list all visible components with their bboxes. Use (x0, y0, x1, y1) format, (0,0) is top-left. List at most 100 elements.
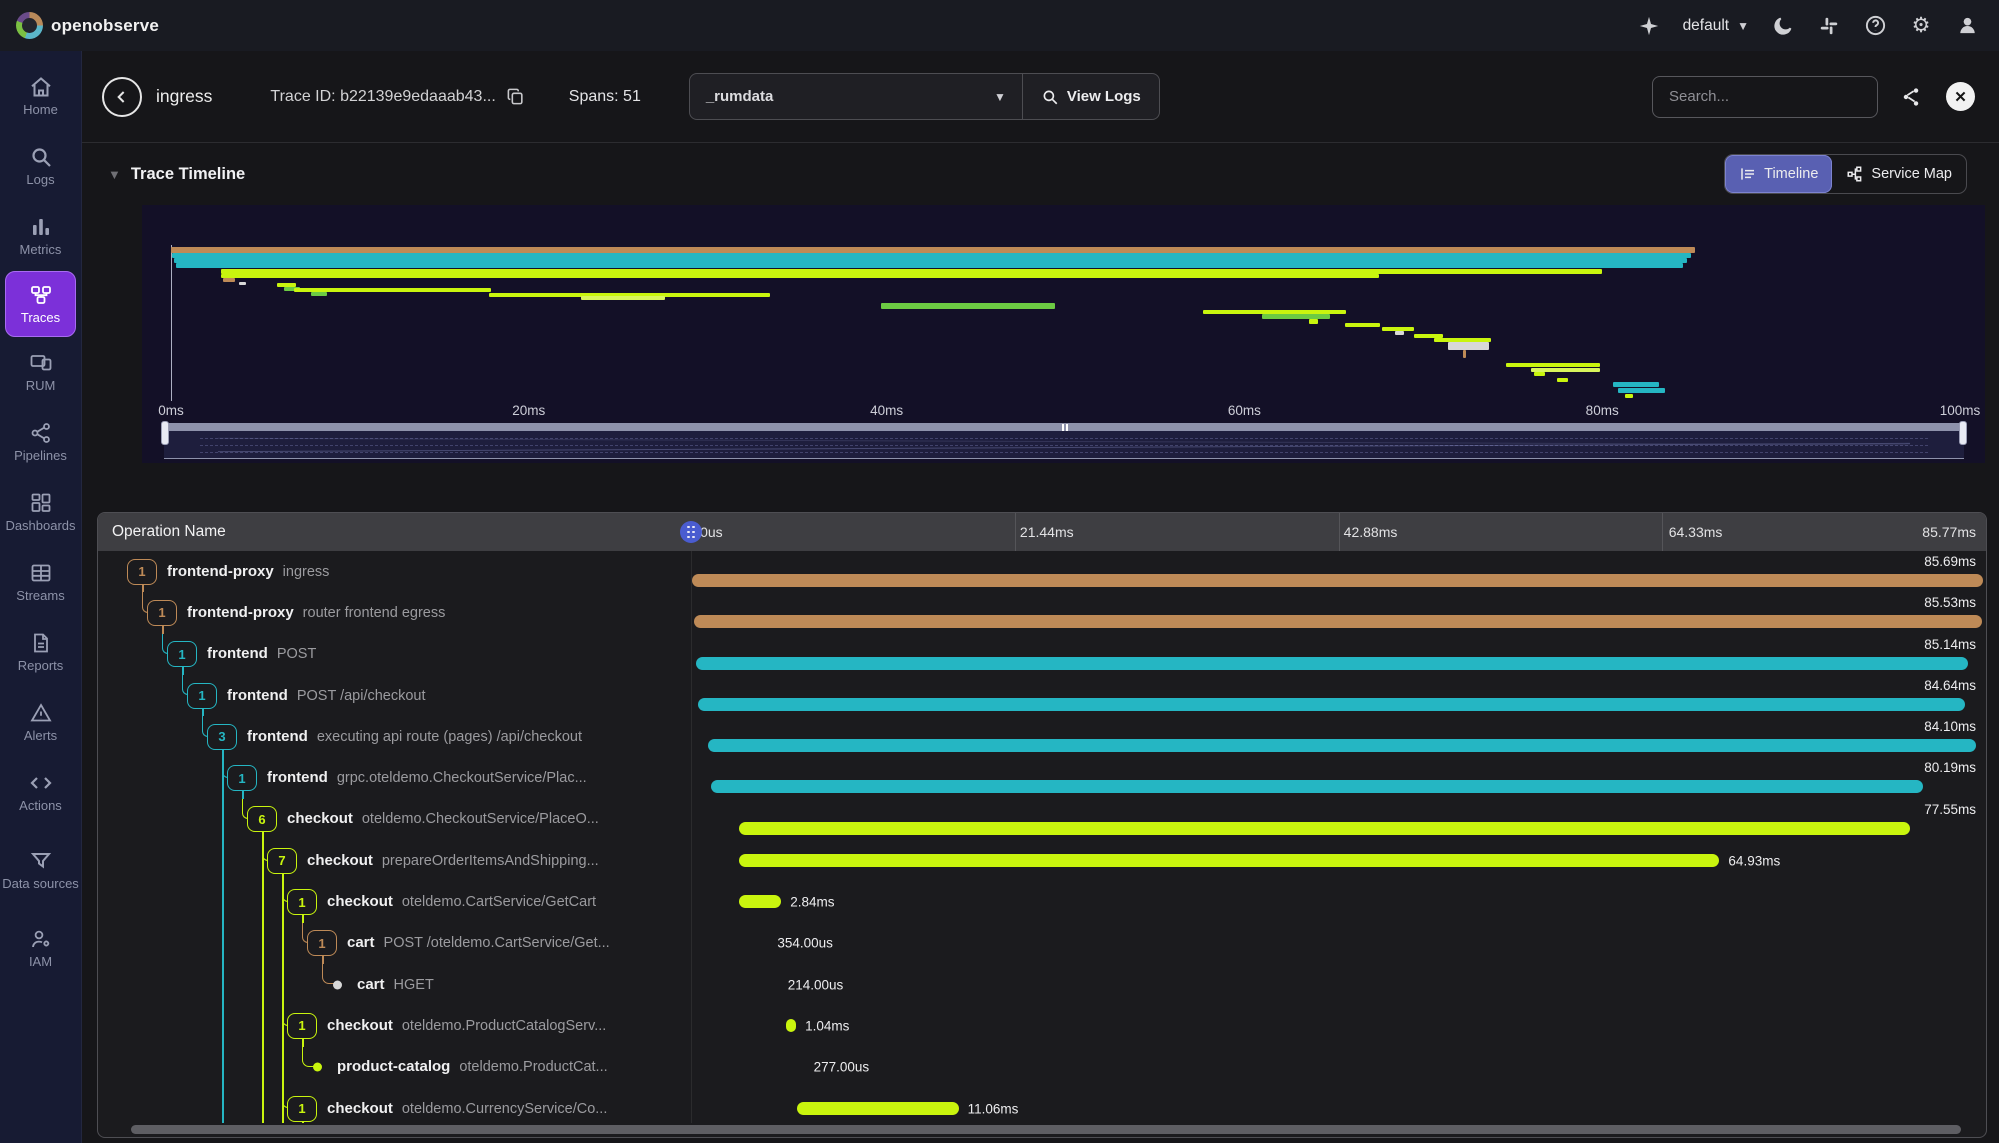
span-duration-cell[interactable]: 80.19ms (691, 757, 1986, 798)
span-duration-cell[interactable]: 77.55ms (691, 799, 1986, 840)
span-children-count-badge[interactable]: 1 (167, 641, 197, 667)
span-row[interactable]: product-catalogoteldemo.ProductCat...277… (98, 1047, 1986, 1088)
column-splitter-handle[interactable] (680, 521, 702, 543)
span-row[interactable]: 6checkoutoteldemo.CheckoutService/PlaceO… (98, 799, 1986, 840)
span-children-count-badge[interactable]: 1 (187, 683, 217, 709)
slack-icon[interactable] (1817, 14, 1841, 38)
span-duration-bar[interactable] (739, 895, 782, 908)
sidebar-item-actions[interactable]: Actions (0, 757, 81, 827)
iam-icon (29, 927, 53, 951)
span-row[interactable]: 1frontendPOST85.14ms (98, 634, 1986, 675)
span-duration-cell[interactable]: 64.93ms (691, 840, 1986, 881)
span-children-count-badge[interactable]: 3 (207, 724, 237, 750)
brush-center-grip[interactable] (1062, 424, 1070, 431)
span-duration-cell[interactable]: 354.00us (691, 923, 1986, 964)
span-duration-cell[interactable]: 1.04ms (691, 1005, 1986, 1046)
organization-select[interactable]: default ▼ (1683, 17, 1749, 35)
horizontal-scrollbar[interactable] (131, 1125, 1961, 1134)
sidebar-item-dashboards[interactable]: Dashboards (0, 477, 81, 547)
span-duration-bar[interactable] (692, 574, 1983, 587)
span-children-count-badge[interactable]: 1 (287, 889, 317, 915)
pipelines-icon (29, 421, 53, 445)
sidebar-item-rum[interactable]: RUM (0, 337, 81, 407)
tab-timeline[interactable]: Timeline (1725, 155, 1832, 193)
span-row[interactable]: 1cartPOST /oteldemo.CartService/Get...35… (98, 923, 1986, 964)
span-row[interactable]: 3frontendexecuting api route (pages) /ap… (98, 716, 1986, 757)
sidebar-item-iam[interactable]: IAM (0, 913, 81, 983)
sidebar-item-logs[interactable]: Logs (0, 131, 81, 201)
span-service-name: frontend (247, 728, 308, 745)
span-duration-bar[interactable] (708, 739, 1976, 752)
span-row[interactable]: 1frontendPOST /api/checkout84.64ms (98, 675, 1986, 716)
tab-service-map[interactable]: Service Map (1832, 155, 1966, 193)
span-row[interactable]: 7checkoutprepareOrderItemsAndShipping...… (98, 840, 1986, 881)
span-duration-bar[interactable] (739, 822, 1910, 835)
sidebar-item-alerts[interactable]: Alerts (0, 687, 81, 757)
help-icon[interactable] (1863, 14, 1887, 38)
span-duration-cell[interactable]: 11.06ms (691, 1088, 1986, 1123)
sidebar-item-metrics[interactable]: Metrics (0, 201, 81, 271)
trace-minimap-chart[interactable]: 0ms20ms40ms60ms80ms100ms (142, 205, 1985, 463)
sidebar-item-label: Data sources (2, 877, 79, 892)
span-duration-cell[interactable]: 85.69ms (691, 551, 1986, 592)
brush-left-handle[interactable] (161, 421, 169, 445)
brush-right-handle[interactable] (1959, 421, 1967, 445)
collapse-chevron-icon[interactable]: ▼ (108, 167, 121, 182)
span-children-count-badge[interactable]: 6 (247, 806, 277, 832)
minimap-span-bar (1613, 382, 1660, 387)
share-icon[interactable] (1900, 86, 1922, 108)
span-children-count-badge[interactable]: 1 (307, 930, 337, 956)
span-row[interactable]: 1frontend-proxyrouter frontend egress85.… (98, 592, 1986, 633)
span-row[interactable]: 1checkoutoteldemo.ProductCatalogServ...1… (98, 1005, 1986, 1046)
timeline-brush[interactable] (164, 423, 1964, 459)
sidebar-item-reports[interactable]: Reports (0, 617, 81, 687)
user-icon[interactable] (1955, 14, 1979, 38)
sidebar-item-label: Metrics (20, 243, 62, 258)
span-children-count-badge[interactable]: 1 (227, 765, 257, 791)
time-tick-label: 0us (700, 524, 723, 540)
tab-timeline-label: Timeline (1764, 166, 1818, 182)
span-duration-cell[interactable]: 84.10ms (691, 716, 1986, 757)
copy-icon[interactable] (506, 87, 525, 106)
search-input[interactable] (1667, 87, 1863, 106)
span-duration-bar[interactable] (694, 615, 1983, 628)
span-duration-cell[interactable]: 85.14ms (691, 634, 1986, 675)
span-duration-bar[interactable] (696, 657, 1968, 670)
main-content: ingress Trace ID: b22139e9edaaab43... Sp… (82, 51, 1999, 1143)
span-duration-bar[interactable] (711, 780, 1922, 793)
sidebar-item-pipelines[interactable]: Pipelines (0, 407, 81, 477)
span-duration-cell[interactable]: 2.84ms (691, 881, 1986, 922)
span-duration-bar[interactable] (698, 698, 1965, 711)
span-children-count-badge[interactable]: 1 (287, 1096, 317, 1122)
settings-icon[interactable]: ⚙ (1909, 14, 1933, 38)
dark-mode-icon[interactable] (1771, 14, 1795, 38)
openobserve-logo[interactable]: openobserve (0, 12, 159, 39)
sidebar-item-home[interactable]: Home (0, 61, 81, 131)
span-duration-bar[interactable] (797, 1102, 959, 1115)
span-duration-bar[interactable] (786, 1019, 796, 1032)
span-duration-bar[interactable] (739, 854, 1720, 867)
ai-sparkle-icon[interactable] (1637, 14, 1661, 38)
trace-title: ingress (156, 86, 212, 107)
span-row[interactable]: 1frontendgrpc.oteldemo.CheckoutService/P… (98, 757, 1986, 798)
span-row[interactable]: 1checkoutoteldemo.CurrencyService/Co...1… (98, 1088, 1986, 1123)
sidebar-item-streams[interactable]: Streams (0, 547, 81, 617)
span-duration-cell[interactable]: 277.00us (691, 1047, 1986, 1088)
span-duration-cell[interactable]: 214.00us (691, 964, 1986, 1005)
span-row[interactable]: 1frontend-proxyingress85.69ms (98, 551, 1986, 592)
sidebar-item-data-sources[interactable]: Data sources (0, 827, 81, 913)
close-icon[interactable]: ✕ (1946, 82, 1975, 111)
span-children-count-badge[interactable]: 7 (267, 848, 297, 874)
span-row[interactable]: 1checkoutoteldemo.CartService/GetCart2.8… (98, 881, 1986, 922)
back-button[interactable] (102, 77, 142, 117)
span-children-count-badge[interactable]: 1 (287, 1013, 317, 1039)
sidebar-item-traces[interactable]: Traces (5, 271, 76, 337)
span-duration-cell[interactable]: 84.64ms (691, 675, 1986, 716)
minimap-span-bar (176, 263, 1682, 268)
stream-select[interactable]: _rumdata ▼ (690, 74, 1023, 119)
span-row[interactable]: cartHGET214.00us (98, 964, 1986, 1005)
span-children-count-badge[interactable]: 1 (127, 559, 157, 585)
span-children-count-badge[interactable]: 1 (147, 600, 177, 626)
view-logs-button[interactable]: View Logs (1023, 74, 1159, 119)
span-duration-cell[interactable]: 85.53ms (691, 592, 1986, 633)
